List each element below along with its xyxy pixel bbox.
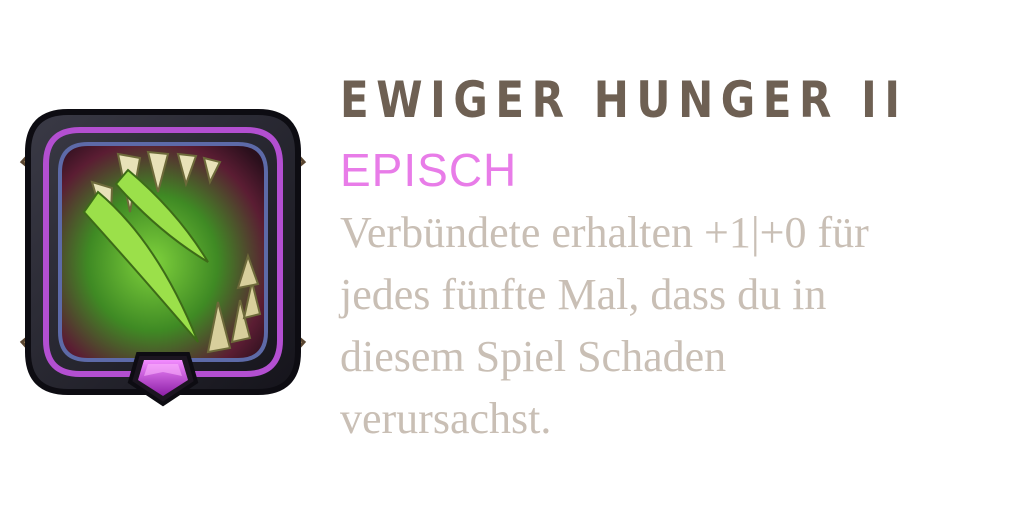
gem-icon <box>127 352 199 407</box>
card-description: Verbündete erhalten +1|+0 für jedes fünf… <box>340 208 869 443</box>
card-detail: EWIGER HUNGER II EPISCH Verbündete erhal… <box>0 0 1024 512</box>
card-info: EWIGER HUNGER II EPISCH Verbündete erhal… <box>340 60 1020 450</box>
card-title: EWIGER HUNGER II <box>340 71 908 129</box>
rarity-label: EPISCH <box>340 144 518 196</box>
emblem-icon <box>19 109 307 407</box>
